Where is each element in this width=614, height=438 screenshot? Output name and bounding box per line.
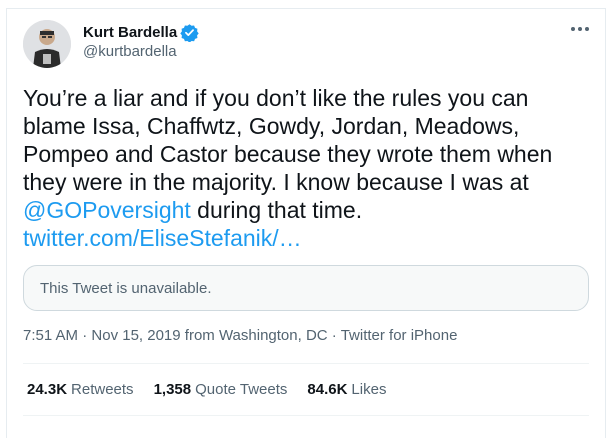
tweet-location: from Washington, DC xyxy=(180,327,328,344)
divider xyxy=(23,415,589,416)
quote-tweets-count: 1,358 xyxy=(153,381,192,398)
retweets-stat[interactable]: 24.3K Retweets xyxy=(27,381,134,398)
tweet-meta: 7:51 AM · Nov 15, 2019 from Washington, … xyxy=(23,327,457,344)
quoted-tweet-unavailable: This Tweet is unavailable. xyxy=(23,265,589,311)
tweet-text-suffix: during that time. xyxy=(190,197,363,223)
mention-link[interactable]: @GOPoversight xyxy=(23,197,191,223)
tweet-date[interactable]: Nov 15, 2019 xyxy=(91,327,180,344)
likes-stat[interactable]: 84.6K Likes xyxy=(307,381,386,398)
tweet-text-line: they were in the majority. I know becaus… xyxy=(23,169,529,195)
quoted-url-link[interactable]: twitter.com/EliseStefanik/… xyxy=(23,225,302,251)
meta-separator: · xyxy=(78,327,92,344)
tweet-text-line: blame Issa, Chaffwtz, Gowdy, Jordan, Mea… xyxy=(23,113,520,139)
tweet-text: You’re a liar and if you don’t like the … xyxy=(23,84,583,252)
tweet-text-line: Pompeo and Castor because they wrote the… xyxy=(23,141,553,167)
tweet-text-line: twitter.com/EliseStefanik/… xyxy=(23,224,583,252)
tweet-source[interactable]: Twitter for iPhone xyxy=(341,327,458,344)
retweets-count: 24.3K xyxy=(27,381,68,398)
retweets-label: Retweets xyxy=(71,381,134,398)
likes-label: Likes xyxy=(351,381,387,398)
divider xyxy=(23,363,589,364)
avatar[interactable] xyxy=(23,20,71,68)
tweet-text-line: @GOPoversight during that time. xyxy=(23,196,583,224)
tweet-text-line: You’re a liar and if you don’t like the … xyxy=(23,85,529,111)
author-handle[interactable]: @kurtbardella xyxy=(83,43,177,60)
unavailable-text: This Tweet is unavailable. xyxy=(40,279,212,297)
likes-count: 84.6K xyxy=(307,381,348,398)
author-name-row[interactable]: Kurt Bardella xyxy=(83,22,199,43)
verified-badge-icon xyxy=(180,23,199,43)
author-display-name[interactable]: Kurt Bardella xyxy=(83,24,177,41)
quote-tweets-stat[interactable]: 1,358 Quote Tweets xyxy=(154,381,288,398)
tweet-card: Kurt Bardella @kurtbardella You’re a lia… xyxy=(6,8,606,438)
engagement-stats: 24.3K Retweets 1,358 Quote Tweets 84.6K … xyxy=(27,381,386,398)
quote-tweets-label: Quote Tweets xyxy=(195,381,288,398)
more-options-icon[interactable] xyxy=(571,23,589,35)
tweet-time[interactable]: 7:51 AM xyxy=(23,327,78,344)
avatar-image xyxy=(23,20,71,68)
meta-separator: · xyxy=(327,327,341,344)
